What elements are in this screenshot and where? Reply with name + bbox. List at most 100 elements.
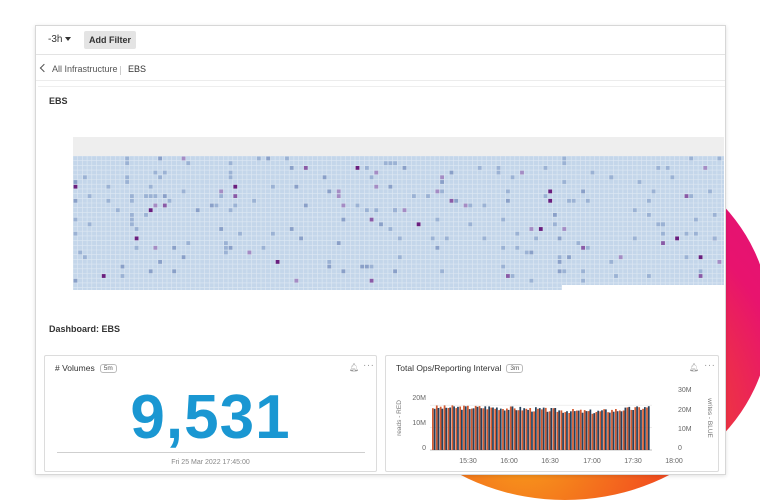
heatmap-cell[interactable]	[506, 274, 510, 278]
heatmap-cell[interactable]	[181, 189, 186, 194]
heatmap-cell[interactable]	[637, 180, 642, 184]
heatmap-cell[interactable]	[299, 236, 303, 241]
heatmap-cell[interactable]	[543, 166, 548, 170]
reads-bar[interactable]	[517, 410, 520, 450]
heatmap-cell[interactable]	[167, 198, 172, 203]
reads-bar[interactable]	[583, 410, 586, 450]
heatmap-cell[interactable]	[106, 198, 111, 203]
reads-bar[interactable]	[455, 408, 458, 450]
heatmap-cell[interactable]	[661, 231, 665, 236]
heatmap-cell[interactable]	[228, 175, 233, 180]
heatmap-cell[interactable]	[374, 170, 379, 175]
heatmap-cell[interactable]	[120, 264, 125, 269]
heatmap-cell[interactable]	[482, 236, 487, 241]
reads-bar[interactable]	[533, 411, 535, 450]
reads-bar[interactable]	[603, 409, 606, 450]
heatmap-cell[interactable]	[369, 264, 374, 269]
heatmap-cell[interactable]	[501, 264, 506, 269]
heatmap-cell[interactable]	[369, 278, 374, 283]
heatmap-cell[interactable]	[717, 156, 722, 161]
reads-bar[interactable]	[544, 407, 547, 450]
reads-bar[interactable]	[642, 408, 644, 450]
heatmap-cell[interactable]	[144, 213, 148, 217]
heatmap-cell[interactable]	[83, 255, 87, 260]
reads-bar[interactable]	[506, 408, 508, 451]
heatmap-cell[interactable]	[618, 255, 623, 260]
heatmap-cell[interactable]	[172, 245, 177, 250]
writes-bar[interactable]	[507, 409, 510, 450]
heatmap-cell[interactable]	[369, 217, 374, 222]
heatmap-cell[interactable]	[336, 189, 341, 194]
heatmap-cell[interactable]	[73, 198, 78, 203]
heatmap-cell[interactable]	[435, 217, 440, 222]
heatmap-cell[interactable]	[186, 161, 191, 166]
heatmap-cell[interactable]	[440, 189, 444, 194]
heatmap-cell[interactable]	[219, 227, 224, 231]
reads-bar[interactable]	[579, 409, 582, 450]
writes-bar[interactable]	[620, 411, 623, 450]
writes-bar[interactable]	[511, 406, 514, 450]
heatmap-cell[interactable]	[647, 198, 651, 203]
ops-chart[interactable]: reads - RED writes - BLUE 20M 10M 0 30M …	[386, 356, 718, 471]
heatmap-cell[interactable]	[148, 194, 153, 198]
heatmap-cell[interactable]	[365, 166, 369, 170]
heatmap-cell[interactable]	[440, 175, 444, 180]
heatmap-cell[interactable]	[684, 231, 689, 236]
writes-bar[interactable]	[433, 408, 436, 450]
heatmap-cell[interactable]	[684, 194, 689, 198]
reads-bar[interactable]	[463, 405, 465, 450]
reads-bar[interactable]	[552, 408, 555, 450]
writes-bar[interactable]	[593, 413, 596, 450]
writes-bar[interactable]	[628, 406, 631, 450]
heatmap-cell[interactable]	[130, 217, 134, 222]
writes-bar[interactable]	[581, 412, 584, 450]
reads-bar[interactable]	[556, 411, 559, 450]
heatmap-cell[interactable]	[435, 189, 440, 194]
time-range-dropdown[interactable]: -3h	[42, 30, 77, 50]
heatmap-cell[interactable]	[336, 194, 341, 198]
writes-bar[interactable]	[616, 411, 619, 450]
heatmap-cell[interactable]	[562, 269, 567, 274]
heatmap-cell[interactable]	[534, 236, 538, 241]
writes-bar[interactable]	[585, 411, 588, 450]
heatmap-cell[interactable]	[388, 184, 393, 189]
heatmap-cell[interactable]	[712, 213, 717, 217]
heatmap-cell[interactable]	[322, 175, 327, 180]
heatmap-cell[interactable]	[153, 203, 158, 208]
reads-bar[interactable]	[576, 410, 578, 450]
heatmap-cell[interactable]	[698, 274, 703, 278]
writes-bar[interactable]	[558, 410, 561, 450]
reads-bar[interactable]	[482, 408, 485, 450]
heatmap-cell[interactable]	[557, 269, 562, 274]
reads-bar[interactable]	[529, 408, 532, 450]
heatmap-cell[interactable]	[153, 245, 158, 250]
heatmap-cell[interactable]	[661, 241, 665, 245]
writes-bar[interactable]	[597, 410, 600, 450]
heatmap-cell[interactable]	[261, 245, 266, 250]
heatmap-cell[interactable]	[562, 156, 567, 161]
heatmap-cell[interactable]	[158, 156, 162, 161]
heatmap-cell[interactable]	[256, 156, 261, 161]
reads-bar[interactable]	[537, 408, 539, 450]
heatmap-cell[interactable]	[670, 175, 675, 180]
writes-bar[interactable]	[554, 408, 557, 450]
heatmap-cell[interactable]	[468, 222, 473, 227]
heatmap-cell[interactable]	[233, 194, 238, 198]
writes-bar[interactable]	[480, 408, 483, 450]
heatmap-cell[interactable]	[698, 269, 703, 274]
reads-bar[interactable]	[595, 412, 598, 450]
heatmap-cell[interactable]	[134, 227, 139, 231]
heatmap-cell[interactable]	[228, 161, 233, 166]
reads-bar[interactable]	[470, 408, 473, 450]
heatmap-cell[interactable]	[496, 166, 501, 170]
heatmap-cell[interactable]	[294, 278, 299, 283]
writes-bar[interactable]	[573, 411, 576, 450]
heatmap-cell[interactable]	[125, 180, 130, 184]
heatmap-cell[interactable]	[285, 156, 289, 161]
reads-bar[interactable]	[572, 409, 574, 450]
add-filter-button[interactable]: Add Filter	[84, 31, 136, 49]
writes-bar[interactable]	[476, 406, 479, 450]
heatmap-cell[interactable]	[388, 227, 393, 231]
heatmap-cell[interactable]	[209, 203, 214, 208]
heatmap-cell[interactable]	[379, 222, 383, 227]
